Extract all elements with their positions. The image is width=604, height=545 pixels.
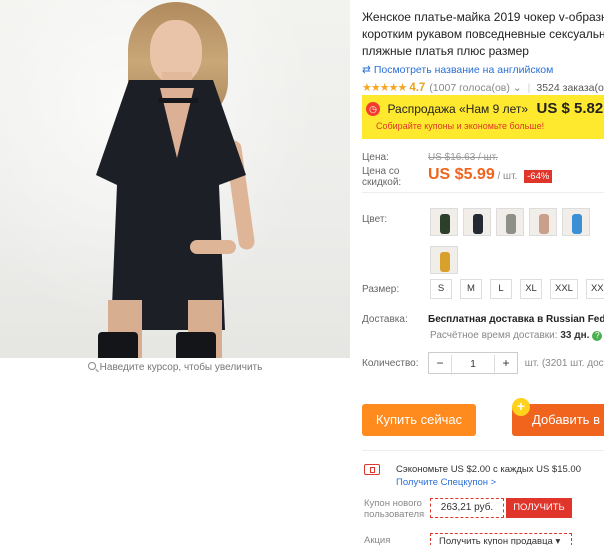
- product-title-line: пляжные платья плюс размер: [362, 44, 529, 58]
- size-option[interactable]: S: [430, 279, 452, 299]
- model-boot-right: [176, 332, 216, 358]
- get-special-coupon-link[interactable]: Получите Спецкупон >: [396, 477, 496, 488]
- swatch-color: [473, 214, 483, 234]
- size-option[interactable]: M: [460, 279, 482, 299]
- discount-price-label-line: Цена со: [362, 166, 400, 177]
- zoom-hint-text: Наведите курсор, чтобы увеличить: [99, 362, 263, 373]
- clock-icon: ◷: [366, 101, 380, 116]
- size-option[interactable]: L: [490, 279, 512, 299]
- size-option[interactable]: XXL: [550, 279, 578, 299]
- color-swatch[interactable]: [562, 208, 590, 236]
- coupon-amount: 263,21 руб.: [430, 498, 504, 518]
- swatch-color: [572, 214, 582, 234]
- model-boot-left: [98, 332, 138, 358]
- section-divider: [362, 192, 604, 193]
- promo-price: US $ 5.82: [536, 100, 604, 118]
- product-title-line: Женское платье-майка 2019 чокер v-образн: [362, 10, 604, 24]
- color-label: Цвет:: [362, 214, 388, 225]
- shipping-label: Доставка:: [362, 314, 408, 325]
- discount-price-label-line: скидкой:: [362, 177, 402, 188]
- per-unit: / шт.: [497, 171, 518, 182]
- color-swatch[interactable]: [529, 208, 557, 236]
- promo-label: Распродажа «Нам 9 лет»: [387, 101, 529, 116]
- shipping-row: Доставка: Бесплатная доставка в Russian F…: [362, 314, 604, 325]
- shipping-info[interactable]: Бесплатная доставка в Russian Feder: [428, 314, 604, 325]
- plus-icon: +: [512, 398, 530, 416]
- size-option[interactable]: XL: [520, 279, 542, 299]
- color-swatch[interactable]: [496, 208, 524, 236]
- divider: |: [527, 81, 531, 94]
- quantity-minus-button[interactable]: −: [429, 353, 451, 373]
- zoom-hint: Наведите курсор, чтобы увеличить: [0, 362, 350, 373]
- action-label: Акция: [364, 535, 391, 545]
- discount-price-label: Цена со скидкой:: [362, 166, 428, 188]
- quantity-stepper: −1 +: [428, 352, 518, 375]
- chevron-down-icon: ⌄: [512, 81, 522, 94]
- stock-available: шт. (3201 шт. доступ: [524, 357, 604, 369]
- magnifier-icon: [87, 362, 96, 370]
- help-icon[interactable]: ?: [592, 331, 603, 341]
- rating-score: 4.7: [409, 81, 426, 94]
- buy-now-button[interactable]: Купить сейчас: [362, 404, 476, 436]
- swatch-color: [440, 252, 450, 272]
- translate-link-text: Посмотреть название на английском: [373, 64, 554, 76]
- delivery-days: 33 дн.: [560, 330, 590, 341]
- rating-row: ★★★★★ 4.7 (1007 голоса(ов) ⌄ | 3524 зака…: [362, 81, 604, 95]
- translate-icon: ⇄: [362, 64, 371, 76]
- color-swatch[interactable]: [430, 208, 458, 236]
- dress-choker: [158, 98, 198, 103]
- current-price: US $5.99: [428, 166, 495, 183]
- quantity-input[interactable]: 1: [451, 355, 495, 375]
- promo-banner: ◷ Распродажа «Нам 9 лет» US $ 5.82 Собир…: [362, 95, 604, 139]
- quantity-label: Количество:: [362, 358, 419, 369]
- delivery-time-label: Расчётное время доставки:: [430, 330, 558, 341]
- coupon-icon: [364, 464, 380, 475]
- size-option[interactable]: XX: [585, 279, 604, 299]
- swatch-color: [506, 214, 516, 234]
- price-label: Цена:: [362, 152, 389, 163]
- delivery-time-row: Расчётное время доставки: 33 дн.?: [430, 330, 604, 341]
- reviews-link[interactable]: (1007 голоса(ов) ⌄: [429, 82, 521, 94]
- product-image[interactable]: [0, 0, 350, 358]
- quantity-row: Количество:−1+ шт. (3201 шт. доступ: [362, 352, 604, 376]
- product-info: Женское платье-майка 2019 чокер v-образн…: [362, 0, 604, 545]
- swatch-color: [440, 214, 450, 234]
- product-title-line: коротким рукавом повседневные сексуальн: [362, 27, 604, 41]
- product-title: Женское платье-майка 2019 чокер v-образн…: [362, 9, 604, 60]
- translate-link[interactable]: ⇄ Посмотреть название на английском: [362, 64, 604, 76]
- seller-coupon-select[interactable]: Получить купон продавца ▾: [430, 533, 572, 545]
- reviews-count: (1007 голоса(ов): [429, 81, 510, 94]
- coupon-section: Сэкономьте US $2.00 с каждых US $15.00 П…: [362, 450, 604, 545]
- coupon-save-text: Сэкономьте US $2.00 с каждых US $15.00: [396, 464, 581, 475]
- swatch-color: [539, 214, 549, 234]
- model-hand: [190, 240, 236, 254]
- promo-subtext[interactable]: Собирайте купоны и экономьте больше!: [376, 121, 604, 131]
- new-user-coupon-label: Купон нового пользователя: [364, 498, 425, 520]
- size-label: Размер:: [362, 284, 400, 295]
- orders-count: 3524 заказа(ов): [536, 81, 604, 94]
- get-coupon-button[interactable]: ПОЛУЧИТЬ: [506, 498, 572, 518]
- discount-badge: -64%: [524, 170, 553, 183]
- quantity-plus-button[interactable]: +: [495, 353, 517, 373]
- color-swatches: [430, 208, 604, 284]
- rating-stars-icon: ★★★★★: [362, 82, 407, 94]
- color-swatch[interactable]: [430, 246, 458, 274]
- old-price-row: Цена: US $16.63 / шт.: [362, 152, 604, 163]
- discount-price-row: Цена со скидкой: US $5.99 / шт. -64%: [362, 166, 604, 188]
- old-price: US $16.63 / шт.: [428, 152, 498, 163]
- size-options: S M L XL XXL XX: [430, 278, 604, 299]
- color-swatch[interactable]: [463, 208, 491, 236]
